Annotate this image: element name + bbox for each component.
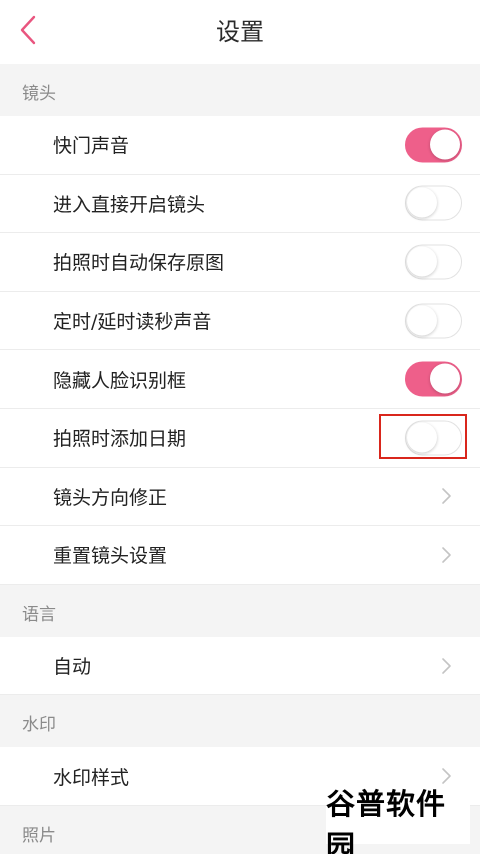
chevron-left-icon — [20, 15, 36, 45]
setting-row-timer-sound: 定时/延时读秒声音 — [0, 292, 480, 351]
toggle-knob — [407, 246, 437, 277]
section-header-camera: 镜头 — [22, 84, 56, 104]
setting-label: 隐藏人脸识别框 — [53, 369, 187, 392]
chevron-right-icon — [442, 657, 451, 674]
setting-row-lens-direction[interactable]: 镜头方向修正 — [0, 468, 480, 527]
open-camera-directly-toggle[interactable] — [405, 185, 462, 221]
setting-label: 快门声音 — [53, 135, 130, 158]
setting-label: 自动 — [53, 656, 92, 679]
toggle-knob — [407, 187, 437, 218]
save-original-toggle[interactable] — [405, 244, 462, 280]
settings-screen: 设置 镜头 快门声音 进入直接开启镜头 拍照时自动保存原图 定时/延时读秒声音 … — [0, 0, 480, 854]
setting-label: 拍照时添加日期 — [53, 428, 187, 451]
shutter-sound-toggle[interactable] — [405, 127, 462, 163]
hide-face-frame-toggle[interactable] — [405, 361, 462, 397]
section-header-language: 语言 — [22, 604, 56, 625]
setting-row-add-date: 拍照时添加日期 — [0, 409, 480, 468]
setting-label: 定时/延时读秒声音 — [53, 311, 212, 334]
setting-label: 重置镜头设置 — [53, 545, 168, 568]
setting-row-open-camera-directly: 进入直接开启镜头 — [0, 175, 480, 234]
site-logo-overlay: 谷普软件园 — [326, 787, 470, 854]
language-settings-group: 自动 — [0, 636, 480, 696]
site-logo: 谷普软件园 — [326, 787, 447, 854]
section-header-watermark: 水印 — [22, 715, 56, 736]
toggle-knob — [430, 129, 460, 160]
setting-label: 镜头方向修正 — [53, 486, 168, 509]
toggle-knob — [407, 422, 437, 453]
camera-settings-group: 快门声音 进入直接开启镜头 拍照时自动保存原图 定时/延时读秒声音 隐藏人脸识别… — [0, 116, 480, 585]
timer-sound-toggle[interactable] — [405, 303, 462, 339]
toggle-knob — [407, 305, 437, 336]
toggle-knob — [430, 363, 460, 394]
setting-label: 水印样式 — [53, 766, 130, 789]
back-button[interactable] — [8, 8, 48, 52]
setting-row-hide-face-frame: 隐藏人脸识别框 — [0, 350, 480, 409]
chevron-right-icon — [442, 547, 451, 563]
add-date-toggle[interactable] — [405, 420, 462, 456]
setting-row-language-auto[interactable]: 自动 — [0, 637, 480, 696]
chevron-right-icon — [442, 488, 451, 505]
setting-label: 进入直接开启镜头 — [53, 193, 206, 216]
top-bar: 设置 — [0, 0, 480, 64]
page-title: 设置 — [216, 18, 264, 46]
setting-row-shutter-sound: 快门声音 — [0, 116, 480, 175]
setting-label: 拍照时自动保存原图 — [53, 252, 225, 275]
setting-row-save-original: 拍照时自动保存原图 — [0, 233, 480, 292]
setting-row-reset-camera[interactable]: 重置镜头设置 — [0, 526, 480, 585]
